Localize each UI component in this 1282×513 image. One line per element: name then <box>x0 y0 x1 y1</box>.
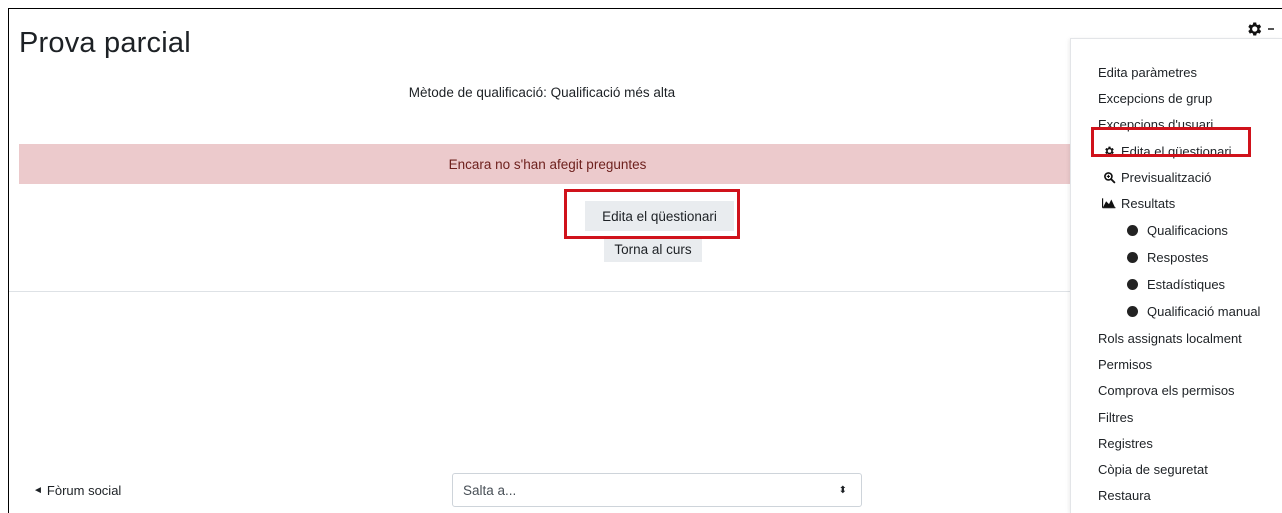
gear-icon[interactable] <box>1243 18 1265 40</box>
menu-item-label: Previsualització <box>1121 169 1212 185</box>
menu-item-edit-quiz[interactable]: Edita el qüestionari <box>1102 140 1232 162</box>
jump-to-select[interactable]: Salta a... ⬍ <box>452 473 862 507</box>
select-caret-icon: ⬍ <box>838 484 847 496</box>
menu-item-permissions[interactable]: Permisos <box>1098 353 1152 375</box>
menu-item-results[interactable]: Resultats <box>1102 192 1175 214</box>
edit-quiz-button[interactable]: Edita el qüestionari <box>585 201 734 231</box>
menu-item-label: Estadístiques <box>1147 276 1226 292</box>
menu-item-label: Resultats <box>1121 195 1176 211</box>
jump-to-value: Salta a... <box>463 482 517 498</box>
menu-item-statistics[interactable]: Estadístiques <box>1127 273 1225 295</box>
prev-activity-link[interactable]: ◄ Fòrum social <box>33 483 121 498</box>
menu-item-check-permissions[interactable]: Comprova els permisos <box>1098 379 1235 401</box>
menu-item-filters[interactable]: Filtres <box>1098 406 1133 428</box>
divider <box>9 291 1077 292</box>
back-to-course-button[interactable]: Torna al curs <box>604 236 702 262</box>
bullet-icon <box>1127 224 1138 236</box>
menu-item-label: Respostes <box>1147 249 1209 265</box>
menu-item-preview[interactable]: Previsualització <box>1102 166 1211 188</box>
left-arrow-icon: ◄ <box>33 485 43 496</box>
prev-activity-label: Fòrum social <box>46 483 122 498</box>
menu-item-user-overrides[interactable]: Excepcions d'usuari <box>1098 113 1213 135</box>
menu-item-manual-grading[interactable]: Qualificació manual <box>1127 300 1260 322</box>
bullet-icon <box>1127 251 1138 263</box>
menu-item-label: Qualificació manual <box>1147 303 1261 319</box>
no-questions-alert: Encara no s'han afegit preguntes <box>19 144 1076 184</box>
gear-icon <box>1102 144 1116 158</box>
menu-item-responses[interactable]: Respostes <box>1127 246 1208 268</box>
settings-menu: Edita paràmetres Excepcions de grup Exce… <box>1070 38 1282 513</box>
grading-method: Mètode de qualificació: Qualificació més… <box>408 85 676 100</box>
menu-item-grades[interactable]: Qualificacions <box>1127 219 1228 241</box>
menu-item-restore[interactable]: Restaura <box>1098 484 1151 506</box>
menu-item-backup[interactable]: Còpia de seguretat <box>1098 458 1208 480</box>
menu-item-edit-settings[interactable]: Edita paràmetres <box>1098 61 1197 83</box>
page-title: Prova parcial <box>19 27 191 59</box>
menu-item-label: Qualificacions <box>1147 222 1228 238</box>
menu-item-local-roles[interactable]: Rols assignats localment <box>1098 327 1242 349</box>
bullet-icon <box>1127 278 1138 290</box>
menu-item-label: Edita el qüestionari <box>1121 143 1232 159</box>
bullet-icon <box>1127 305 1138 317</box>
zoom-icon <box>1102 170 1116 184</box>
menu-item-logs[interactable]: Registres <box>1098 432 1153 454</box>
menu-item-group-overrides[interactable]: Excepcions de grup <box>1098 87 1212 109</box>
area-chart-icon <box>1102 196 1116 210</box>
chevron-down-icon <box>1268 28 1274 30</box>
